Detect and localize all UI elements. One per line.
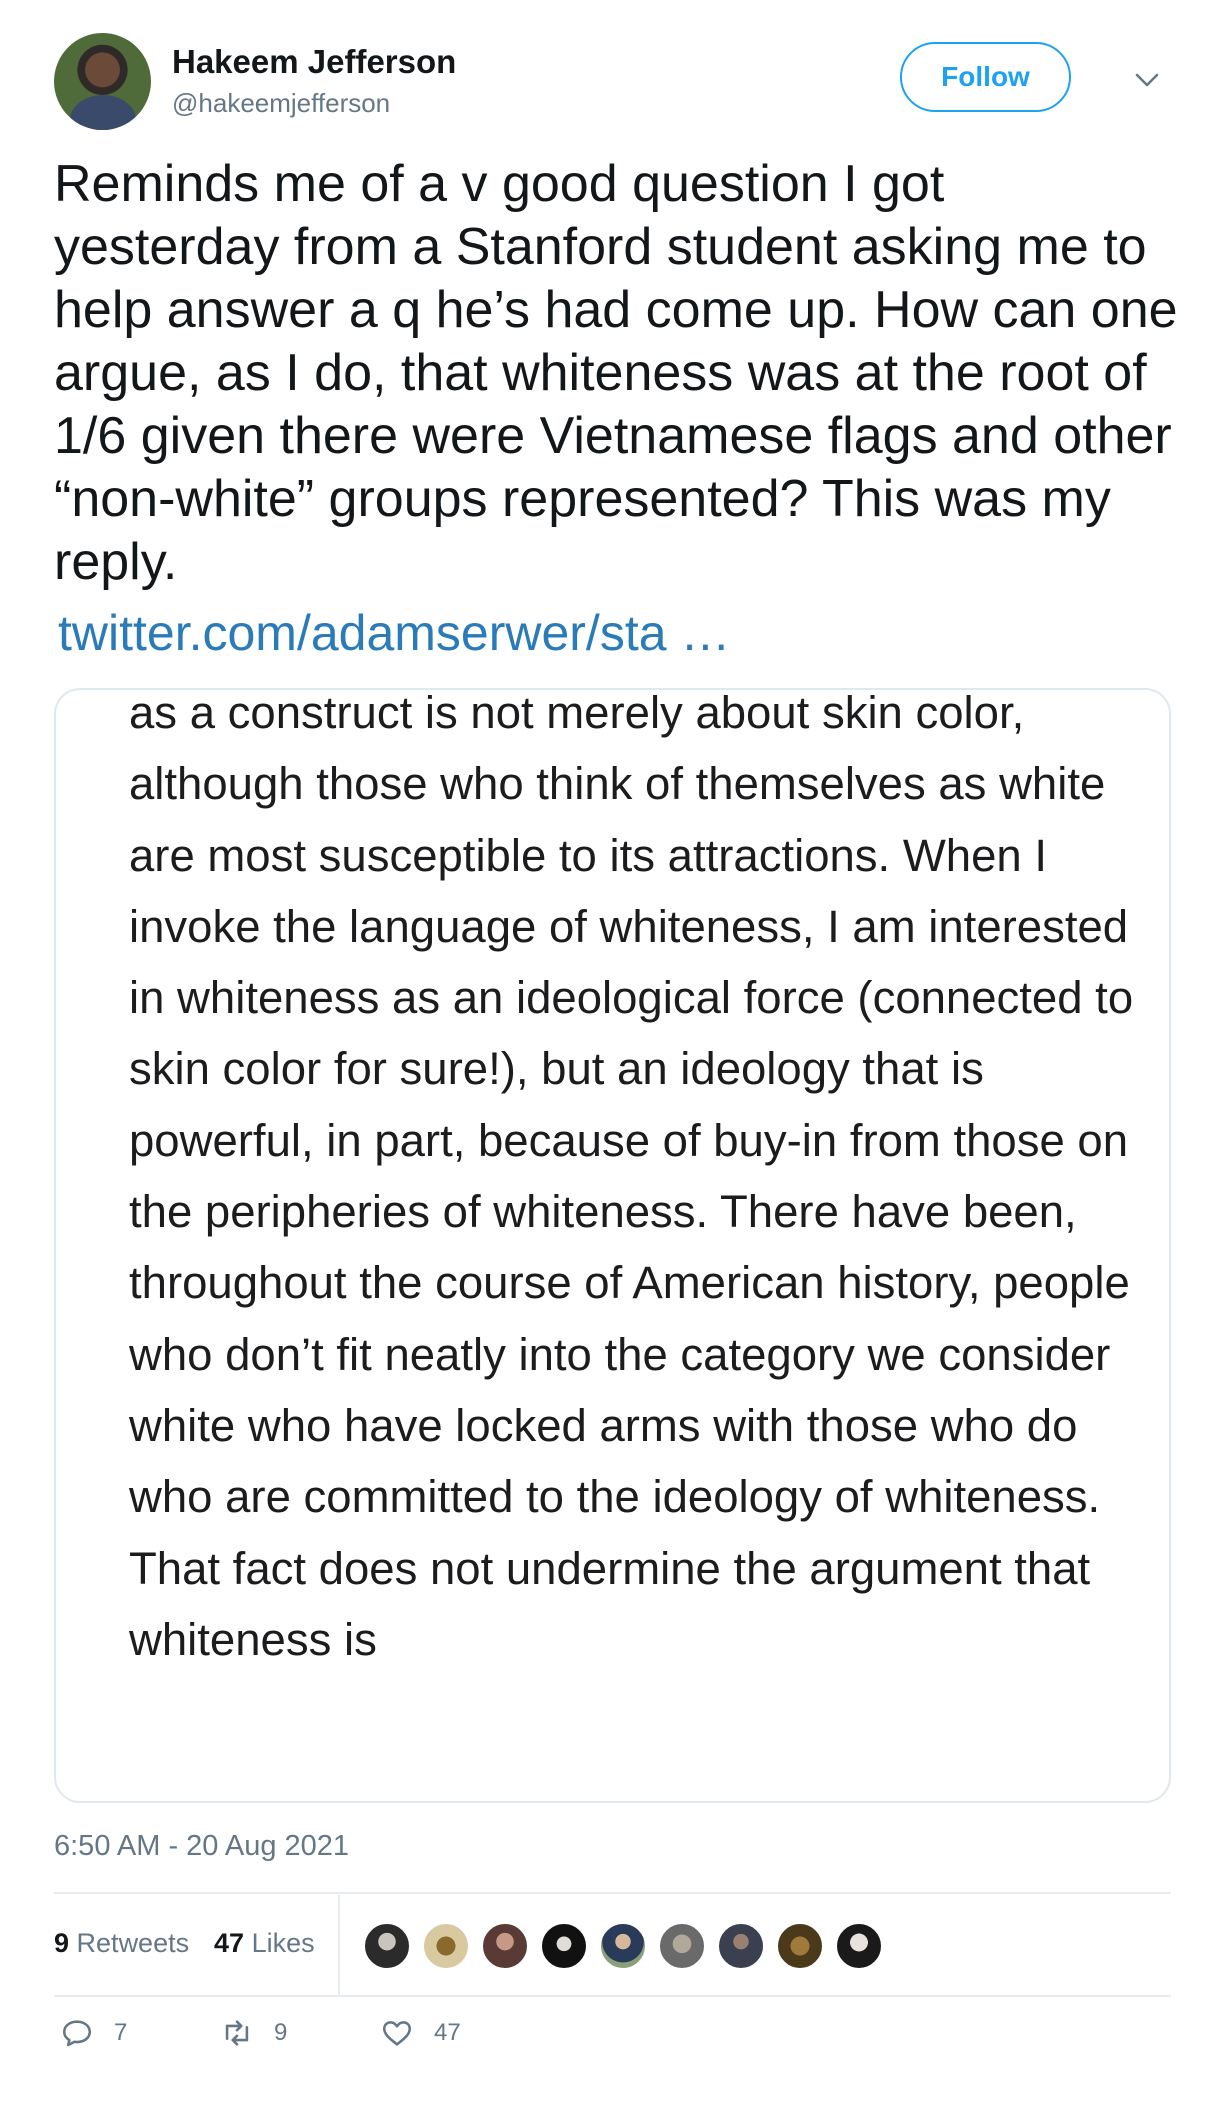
liker-avatar[interactable] <box>599 1922 647 1970</box>
image-text: as a construct is not merely about skin … <box>129 688 1134 1665</box>
retweets-stat[interactable]: 9 Retweets <box>54 1928 189 1959</box>
retweet-icon <box>225 2020 249 2046</box>
tweet-header: Hakeem Jefferson @hakeemjefferson Follow <box>54 33 1174 133</box>
tweet-actions: 7 9 47 <box>60 2008 660 2058</box>
likes-stat[interactable]: 47 Likes <box>214 1928 315 1959</box>
user-name[interactable]: Hakeem Jefferson <box>172 43 456 81</box>
like-count: 47 <box>434 2019 461 2046</box>
liker-avatar[interactable] <box>835 1922 883 1970</box>
divider <box>54 1995 1171 1997</box>
tweet-link[interactable]: twitter.com/adamserwer/sta … <box>58 604 730 662</box>
engagement-stats: 9 Retweets 47 Likes <box>54 1895 1171 1995</box>
retweets-label: Retweets <box>76 1928 190 1958</box>
liker-avatar[interactable] <box>540 1922 588 1970</box>
liker-avatar[interactable] <box>658 1922 706 1970</box>
reply-button[interactable]: 7 <box>60 2008 127 2058</box>
liker-avatar[interactable] <box>422 1922 470 1970</box>
retweet-button[interactable]: 9 <box>220 2008 287 2058</box>
liker-avatar[interactable] <box>717 1922 765 1970</box>
stats-separator <box>338 1895 340 1995</box>
liker-avatar[interactable] <box>363 1922 411 1970</box>
divider <box>54 1892 1171 1894</box>
heart-icon <box>382 2021 412 2046</box>
likes-label: Likes <box>251 1928 315 1958</box>
follow-button[interactable]: Follow <box>900 42 1071 112</box>
reply-icon <box>62 2020 92 2047</box>
likes-count: 47 <box>214 1928 245 1958</box>
liker-avatar[interactable] <box>481 1922 529 1970</box>
tweet-image[interactable]: as a construct is not merely about skin … <box>54 688 1171 1803</box>
retweet-count: 9 <box>274 2019 288 2046</box>
user-handle[interactable]: @hakeemjefferson <box>172 88 390 119</box>
reply-count: 7 <box>114 2019 128 2046</box>
retweets-count: 9 <box>54 1928 70 1958</box>
tweet-timestamp[interactable]: 6:50 AM - 20 Aug 2021 <box>54 1830 349 1863</box>
like-button[interactable]: 47 <box>380 2008 461 2058</box>
avatar[interactable] <box>54 33 151 130</box>
tweet-text: Reminds me of a v good question I got ye… <box>54 155 1178 591</box>
liker-avatar[interactable] <box>776 1922 824 1970</box>
chevron-down-icon[interactable] <box>1132 65 1162 95</box>
